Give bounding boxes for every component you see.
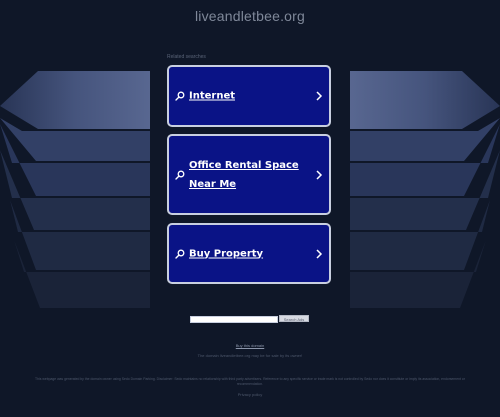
search-icon	[175, 91, 185, 101]
buy-domain-link[interactable]: Buy this domain	[0, 343, 500, 348]
parked-domain-page: liveandletbee.org Related searches Inter…	[0, 0, 500, 417]
related-link-label: Internet	[189, 90, 236, 102]
right-decoration	[350, 71, 500, 308]
disclaimer-text: This webpage was generated by the domain…	[35, 377, 465, 386]
related-searches-label: Related searches	[167, 54, 206, 60]
left-decoration	[0, 71, 150, 308]
related-link-office-rental[interactable]: Office Rental Space Near Me	[167, 134, 331, 215]
search-button[interactable]: Search Ads	[279, 315, 309, 322]
privacy-policy-link[interactable]: Privacy policy	[0, 392, 500, 397]
related-link-internet[interactable]: Internet	[167, 65, 331, 127]
search-input[interactable]	[190, 316, 278, 323]
chevron-right-icon	[316, 169, 323, 180]
related-link-label: Office Rental Space Near Me	[189, 159, 299, 190]
chevron-right-icon	[316, 248, 323, 259]
domain-title: liveandletbee.org	[194, 8, 306, 24]
related-link-label: Buy Property	[189, 248, 264, 259]
owner-notice: The domain liveandletbee.org may be for …	[197, 353, 303, 358]
search-icon	[175, 249, 185, 259]
search-icon	[175, 170, 185, 180]
related-link-buy-property[interactable]: Buy Property	[167, 223, 331, 284]
chevron-right-icon	[316, 91, 323, 101]
